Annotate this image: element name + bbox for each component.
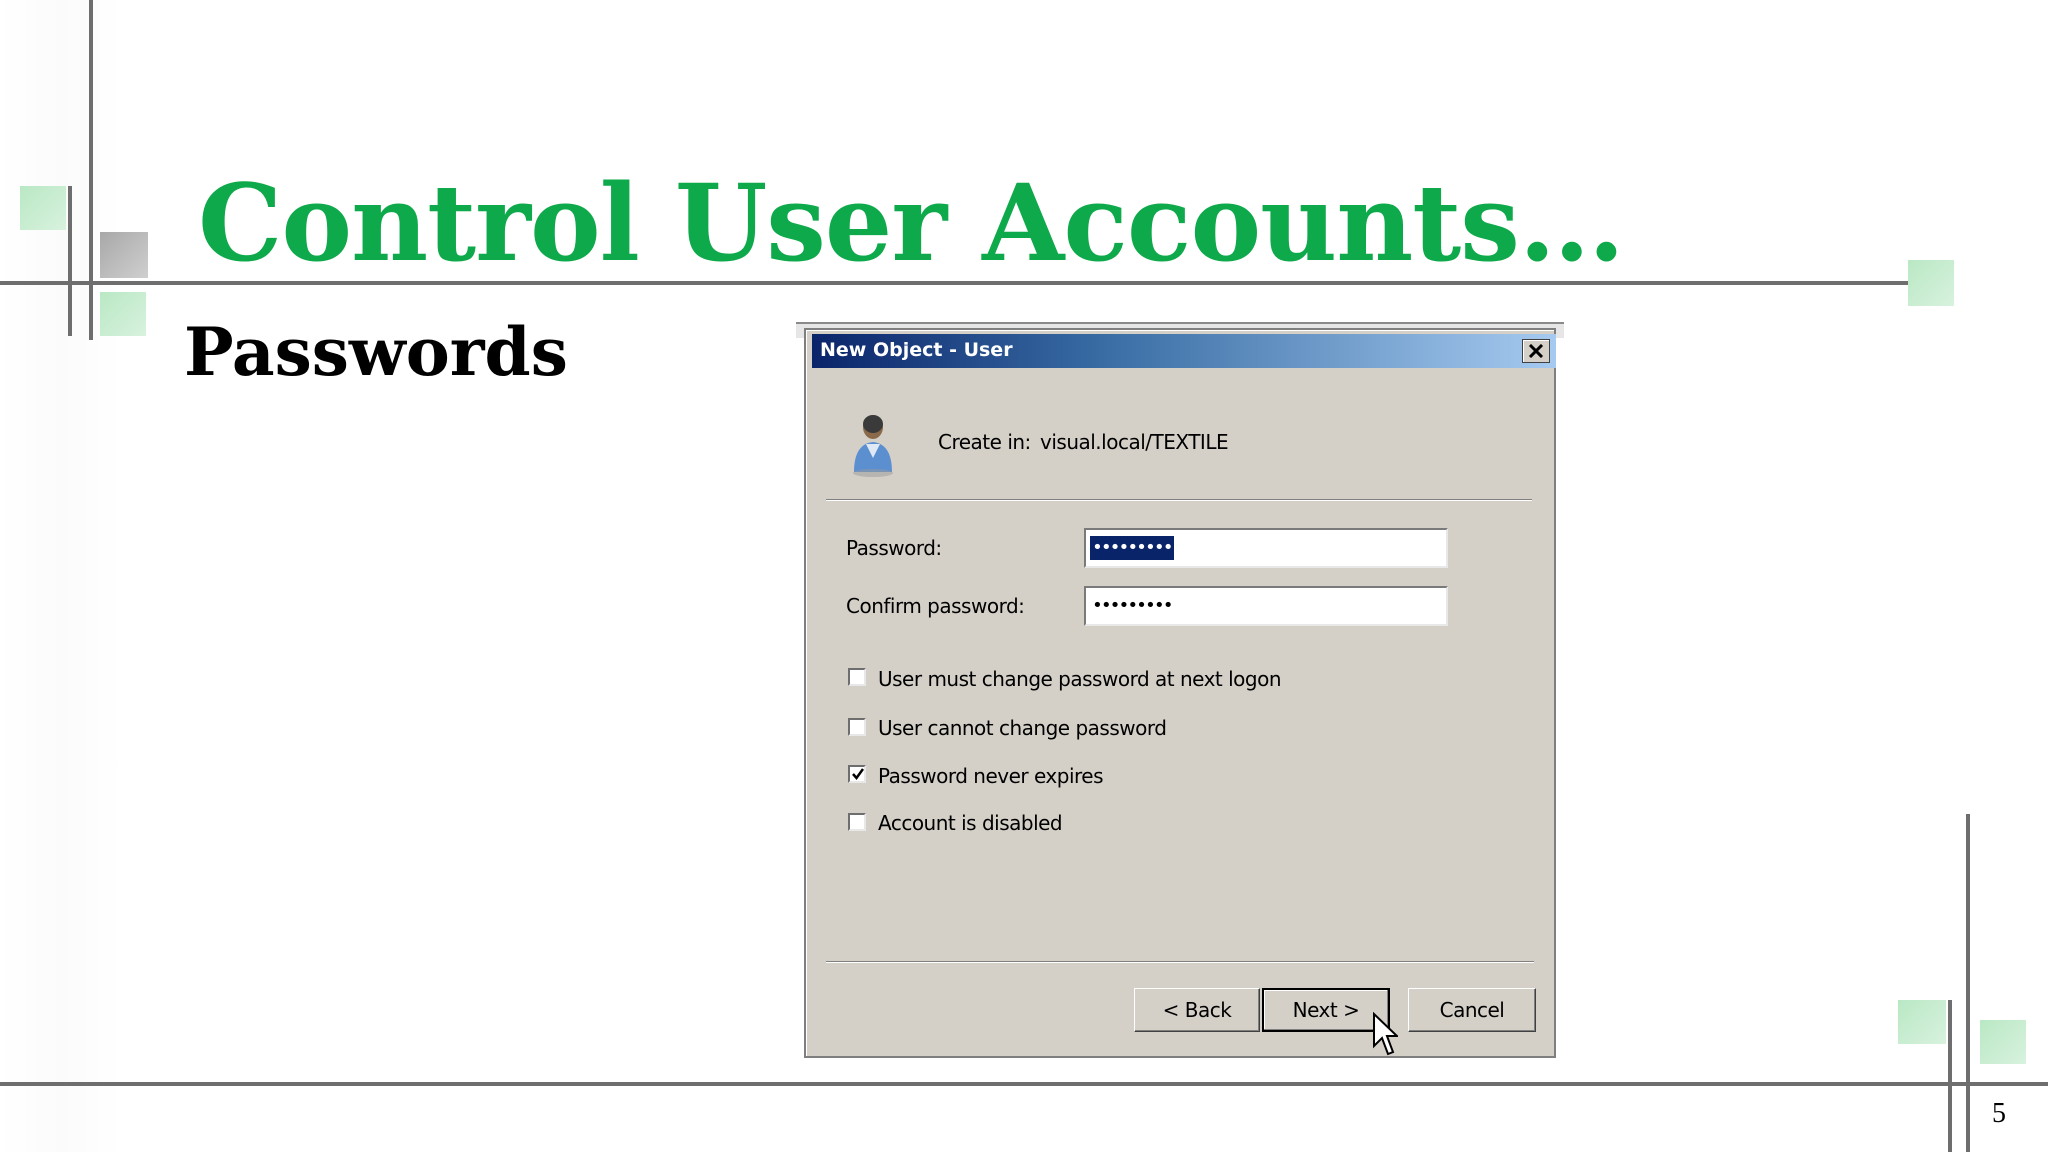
password-value: ••••••••• [1090, 536, 1174, 560]
decor-vline-right-bottom [1966, 814, 1970, 1152]
close-button[interactable] [1522, 339, 1550, 363]
must-change-password-label[interactable]: User must change password at next logon [878, 667, 1282, 691]
back-button[interactable]: < Back [1134, 988, 1260, 1032]
account-disabled-label[interactable]: Account is disabled [878, 811, 1063, 835]
account-disabled-checkbox[interactable] [848, 813, 866, 831]
decor-square-green [1908, 260, 1954, 306]
decor-vline-left-top [89, 0, 93, 340]
password-never-expires-checkbox[interactable] [848, 765, 866, 783]
cannot-change-password-checkbox[interactable] [848, 718, 866, 736]
slide-title: Control User Accounts… [198, 160, 1625, 285]
checkmark-icon [852, 768, 865, 781]
password-input[interactable]: ••••••••• [1084, 528, 1448, 568]
decor-square-green [20, 186, 66, 230]
slide-subtitle: Passwords [184, 313, 568, 391]
must-change-password-checkbox[interactable] [848, 668, 866, 686]
mouse-pointer-icon [1373, 1012, 1398, 1056]
password-label: Password: [846, 536, 942, 560]
separator-top [826, 499, 1532, 501]
decor-vline-left-inner [68, 186, 72, 336]
confirm-password-input[interactable]: ••••••••• [1084, 586, 1448, 626]
page-number: 5 [1992, 1098, 2006, 1129]
create-in-value: visual.local/TEXTILE [1040, 430, 1229, 454]
dialog-title: New Object - User [820, 339, 1013, 361]
decor-vline-right-inner [1948, 1000, 1952, 1152]
separator-bottom [826, 961, 1534, 963]
decor-square-green [1898, 1000, 1946, 1044]
confirm-password-value: ••••••••• [1092, 595, 1174, 616]
user-icon [853, 415, 893, 477]
decor-square-gray [100, 232, 148, 278]
next-button[interactable]: Next > [1262, 988, 1390, 1032]
decor-square-green [1980, 1020, 2026, 1064]
decor-hline-footer [0, 1082, 2048, 1086]
confirm-password-label: Confirm password: [846, 594, 1025, 618]
close-icon [1528, 344, 1544, 358]
create-in-label: Create in: [938, 430, 1031, 454]
password-never-expires-label[interactable]: Password never expires [878, 764, 1104, 788]
cancel-button[interactable]: Cancel [1408, 988, 1536, 1032]
decor-square-green [100, 292, 146, 336]
cannot-change-password-label[interactable]: User cannot change password [878, 716, 1167, 740]
dialog-titlebar[interactable]: New Object - User [812, 334, 1556, 368]
